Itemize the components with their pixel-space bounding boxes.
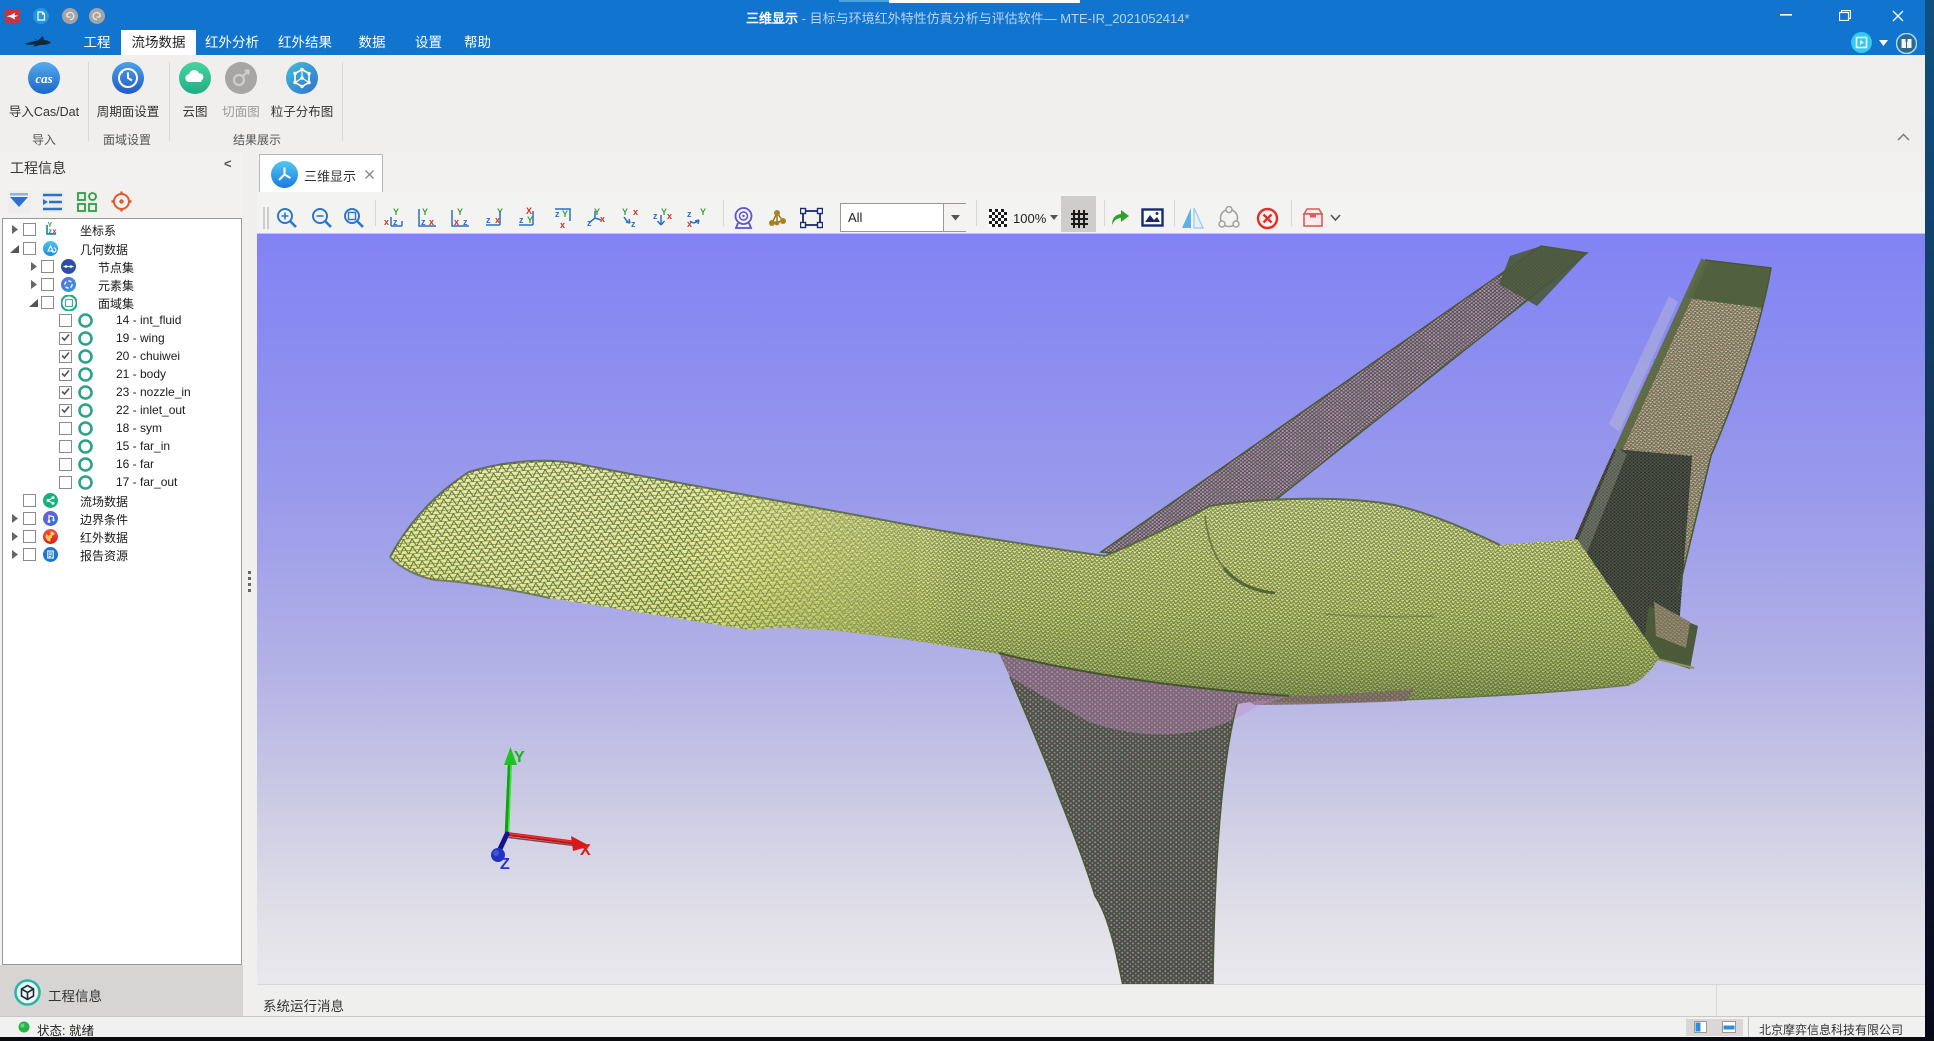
svg-text:x: x — [560, 220, 565, 230]
svg-text:x: x — [53, 229, 57, 236]
svg-text:Y: Y — [393, 207, 399, 217]
svg-text:Y: Y — [457, 207, 463, 217]
svg-text:X: X — [526, 207, 532, 216]
svg-text:z: z — [653, 211, 658, 221]
svg-text:Y: Y — [422, 207, 428, 217]
svg-text:Y: Y — [622, 207, 628, 217]
svg-text:Y: Y — [700, 207, 706, 217]
svg-text:x: x — [384, 217, 389, 227]
svg-text:X: X — [580, 842, 591, 859]
svg-text:x: x — [633, 207, 638, 217]
svg-text:z: z — [555, 209, 560, 219]
svg-text:Y: Y — [527, 215, 533, 225]
svg-text:z: z — [486, 215, 491, 225]
svg-text:z: z — [519, 215, 524, 225]
svg-text:x: x — [600, 214, 605, 224]
svg-text:Y: Y — [514, 749, 525, 766]
svg-text:Y: Y — [562, 209, 568, 219]
svg-text:cas: cas — [35, 71, 52, 86]
svg-text:x: x — [667, 211, 672, 221]
svg-text:x: x — [687, 219, 692, 229]
svg-text:z: z — [631, 219, 636, 229]
svg-text:z: z — [687, 209, 692, 219]
svg-text:Z: Z — [500, 856, 510, 873]
